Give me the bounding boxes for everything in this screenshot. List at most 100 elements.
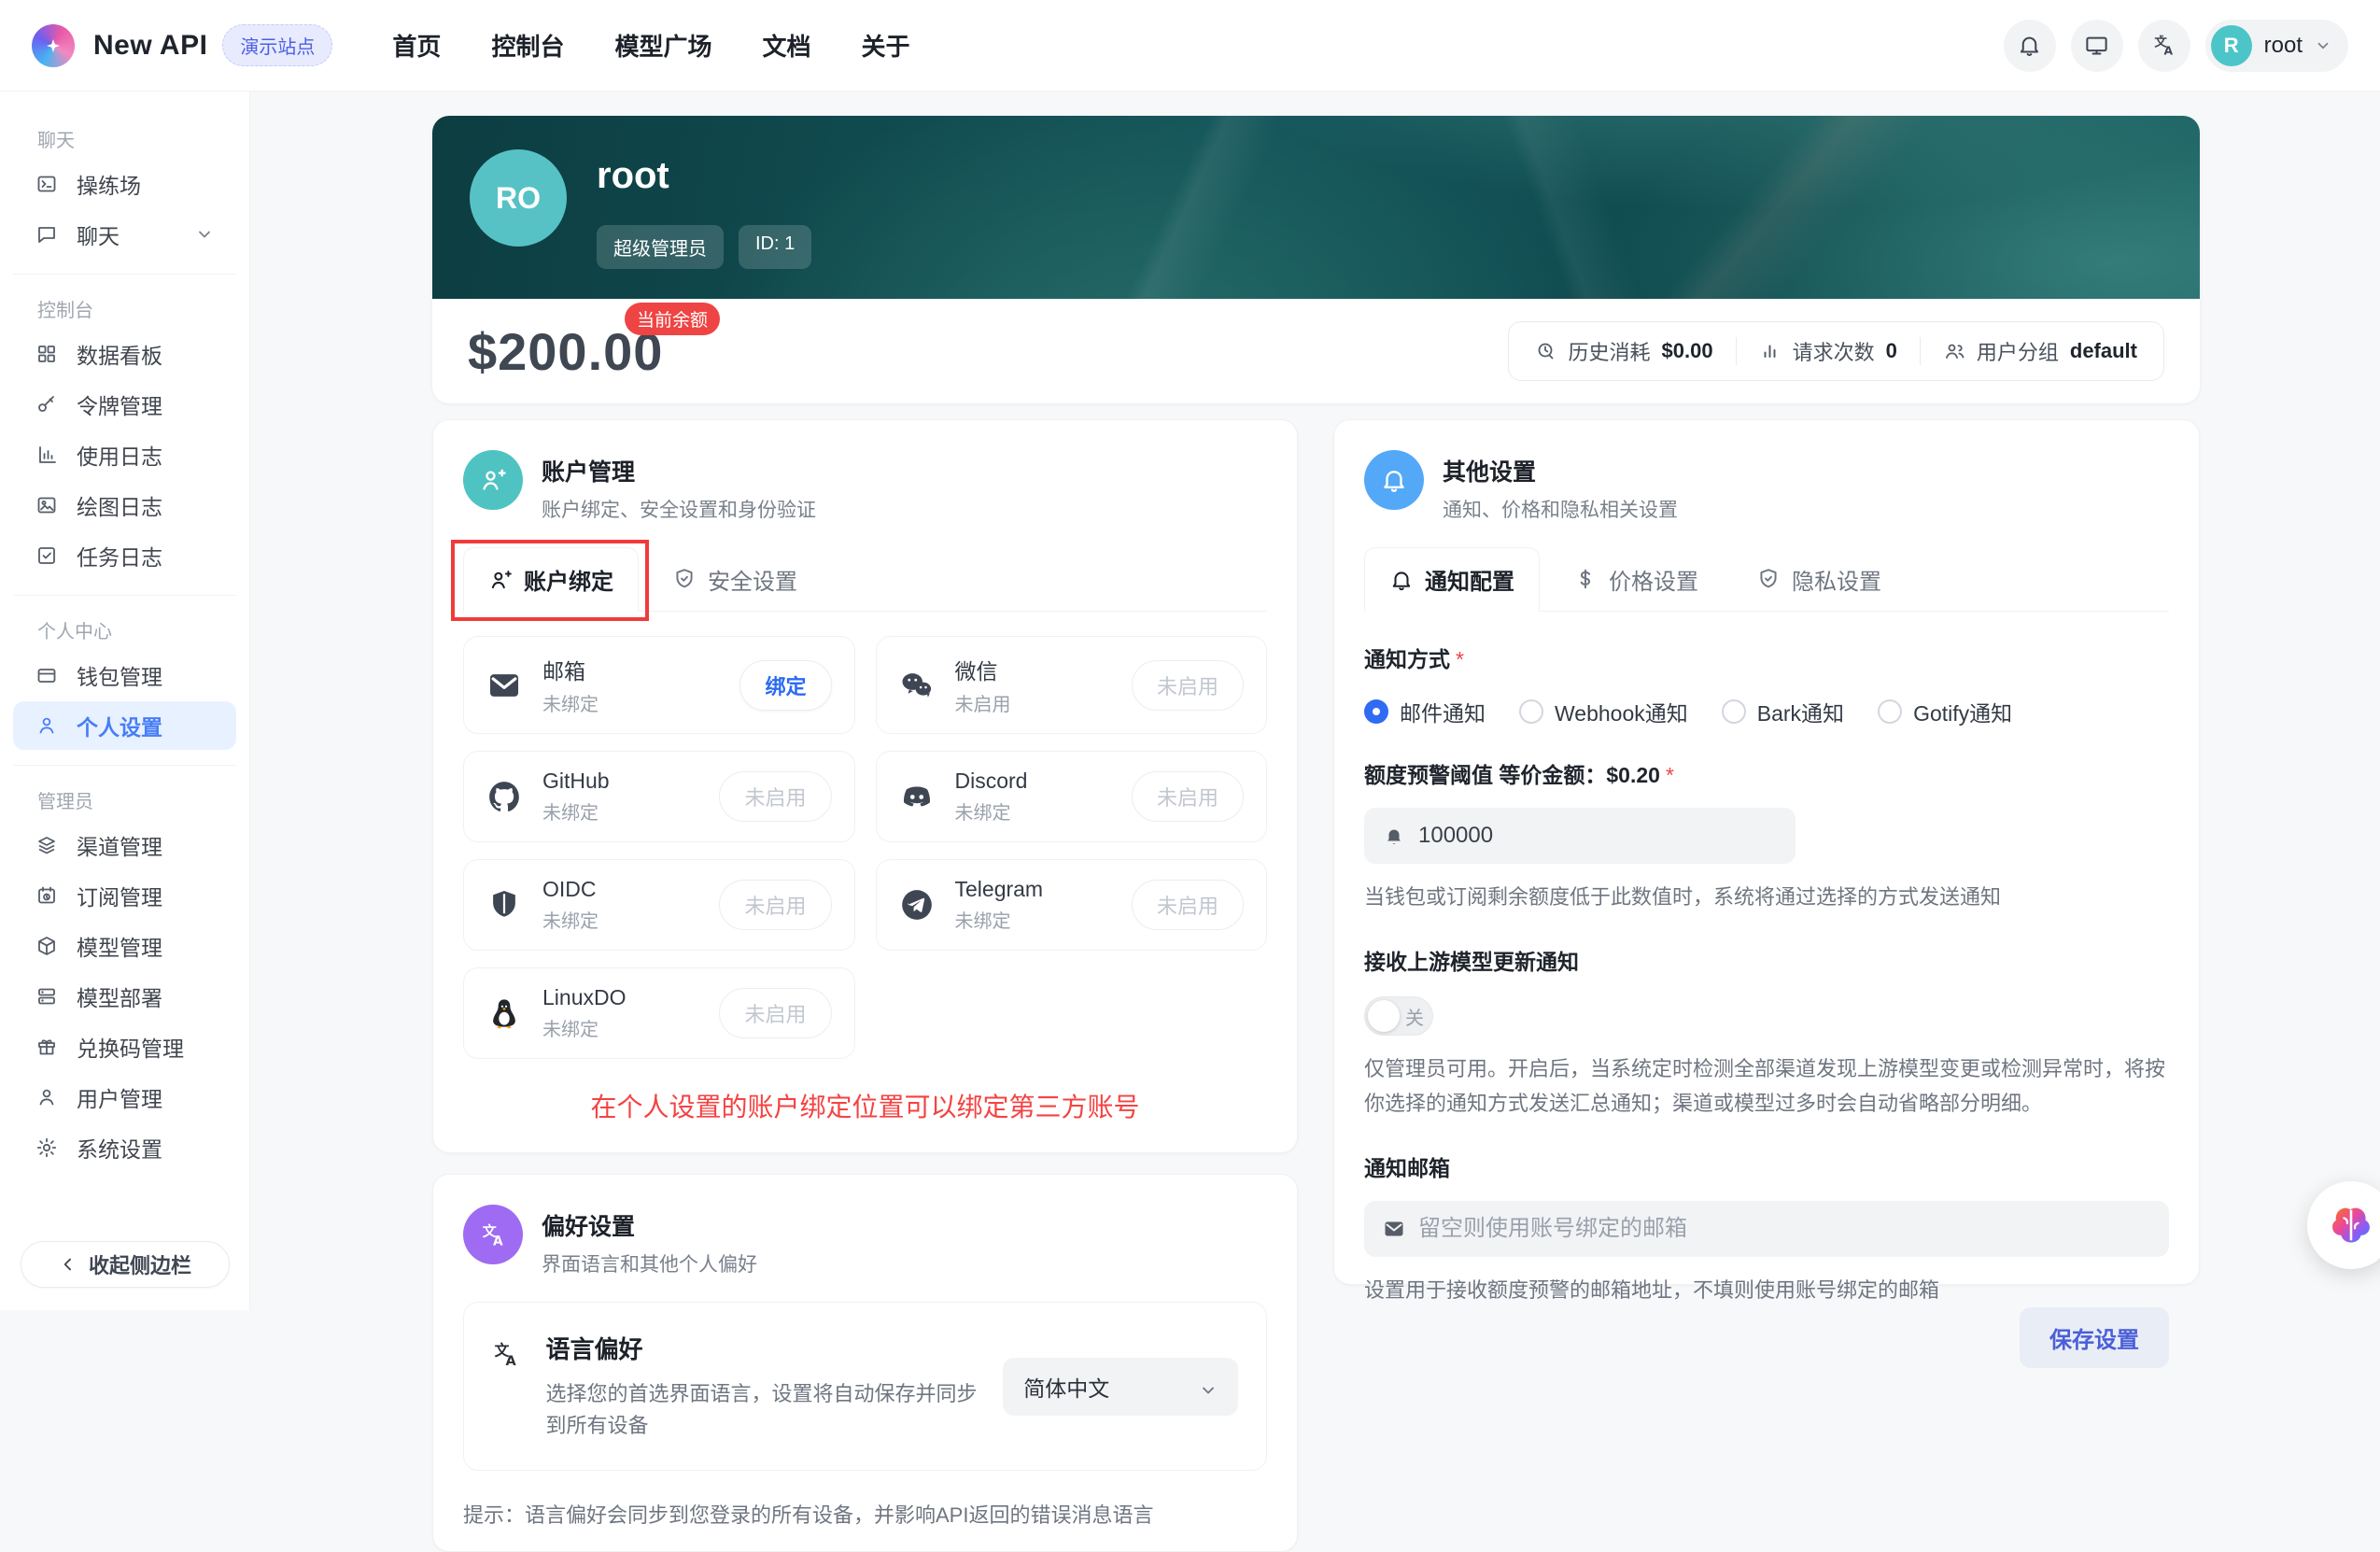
sidebar-item-dashboard[interactable]: 数据看板 (13, 330, 236, 378)
upstream-notify-toggle[interactable]: 关 (1364, 996, 1433, 1036)
sidebar-item-playground[interactable]: 操练场 (13, 160, 236, 208)
tab-privacy-settings[interactable]: 隐私设置 (1732, 547, 1906, 611)
main-content: RO root 超级管理员 ID: 1 $200.00 当前余额 历史消耗$0.… (432, 116, 2200, 1552)
collapse-sidebar-button[interactable]: 收起侧边栏 (21, 1241, 230, 1288)
svg-text:A: A (2164, 45, 2174, 58)
notify-method-label: 通知方式* (1364, 642, 2169, 673)
language-select[interactable]: 简体中文 (1003, 1358, 1238, 1416)
notify-email-help: 设置用于接收额度预警的邮箱地址，不填则使用账号绑定的邮箱 (1364, 1274, 2169, 1307)
language-pref-title: 语言偏好 (546, 1331, 979, 1365)
binding-row-linuxdo: LinuxDO未绑定 未启用 (463, 967, 855, 1059)
wechat-icon (899, 668, 935, 703)
threshold-input[interactable] (1418, 823, 1777, 849)
threshold-label: 额度预警阈值 等价金额：$0.20* (1364, 757, 2169, 789)
github-disabled-button[interactable]: 未启用 (719, 771, 831, 822)
sidebar-item-label: 模型部署 (77, 981, 162, 1012)
sidebar-item-personal-settings[interactable]: 个人设置 (13, 701, 236, 750)
sidebar-item-subscriptions[interactable]: 订阅管理 (13, 871, 236, 920)
radio-webhook-notify[interactable]: Webhook通知 (1519, 696, 1688, 727)
notify-email-input[interactable] (1418, 1216, 2150, 1242)
sidebar-item-image-logs[interactable]: 绘图日志 (13, 481, 236, 529)
sidebar-item-label: 任务日志 (77, 540, 162, 571)
tab-account-binding[interactable]: 账户绑定 (463, 547, 639, 612)
floating-assistant-button[interactable] (2307, 1181, 2380, 1269)
binding-row-oidc: OIDC未绑定 未启用 (463, 859, 855, 951)
notify-email-label: 通知邮箱 (1364, 1150, 2169, 1182)
sidebar-item-wallet[interactable]: 钱包管理 (13, 651, 236, 699)
sidebar-item-model-deploy[interactable]: 模型部署 (13, 972, 236, 1021)
sidebar-item-models[interactable]: 模型管理 (13, 922, 236, 970)
save-settings-button[interactable]: 保存设置 (2020, 1307, 2169, 1368)
history-icon (1535, 340, 1557, 362)
notify-email-input-box (1364, 1201, 2169, 1257)
tab-price-settings[interactable]: 价格设置 (1549, 547, 1723, 611)
language-pref-hint: 提示：语言偏好会同步到您登录的所有设备，并影响API返回的错误消息语言 (463, 1499, 1267, 1529)
key-icon (35, 393, 58, 416)
role-badge: 超级管理员 (597, 225, 724, 269)
sidebar-section-console: 控制台 (37, 295, 212, 322)
wechat-disabled-button[interactable]: 未启用 (1132, 660, 1244, 711)
nav-item-model-plaza[interactable]: 模型广场 (614, 28, 711, 63)
notifications-button[interactable] (2004, 20, 2056, 72)
tab-security-settings[interactable]: 安全设置 (648, 547, 822, 611)
bar-chart-icon (35, 444, 58, 466)
radio-gotify-notify[interactable]: Gotify通知 (1878, 696, 2012, 727)
upstream-notify-help: 仅管理员可用。开启后，当系统定时检测全部渠道发现上游模型变更或检测异常时，将按你… (1364, 1052, 2169, 1121)
nav-item-about[interactable]: 关于 (861, 28, 909, 63)
nav-item-home[interactable]: 首页 (392, 28, 441, 63)
binding-list: 邮箱未绑定 绑定 微信未启用 未启用 GitHub未绑定 未启用 (463, 636, 1267, 1059)
check-square-icon (35, 544, 58, 567)
oidc-disabled-button[interactable]: 未启用 (719, 880, 831, 930)
nav-item-docs[interactable]: 文档 (762, 28, 810, 63)
brain-icon (2327, 1201, 2375, 1249)
sidebar-item-system-settings[interactable]: 系统设置 (13, 1123, 236, 1172)
sidebar-item-label: 令牌管理 (77, 388, 162, 420)
mail-icon (1383, 1218, 1405, 1240)
stat-request-count: 请求次数0 (1759, 336, 1897, 366)
sidebar-item-task-logs[interactable]: 任务日志 (13, 531, 236, 580)
radio-bark-notify[interactable]: Bark通知 (1722, 696, 1844, 727)
user-plus-icon (479, 466, 507, 494)
sidebar-item-label: 个人设置 (77, 710, 162, 741)
sidebar-item-label: 数据看板 (77, 338, 162, 370)
profile-avatar: RO (470, 149, 567, 247)
shield-icon (486, 887, 522, 923)
language-button[interactable]: 文A (2138, 20, 2190, 72)
theme-button[interactable] (2071, 20, 2123, 72)
sidebar-item-tokens[interactable]: 令牌管理 (13, 380, 236, 429)
sidebar-item-usage-logs[interactable]: 使用日志 (13, 430, 236, 479)
radio-email-notify[interactable]: 邮件通知 (1364, 696, 1486, 727)
sidebar-item-label: 聊天 (77, 219, 120, 250)
profile-username: root (597, 155, 811, 197)
toggle-state-label: 关 (1405, 1003, 1424, 1030)
app-logo-icon[interactable] (32, 24, 75, 67)
sidebar-item-users[interactable]: 用户管理 (13, 1073, 236, 1122)
bind-email-button[interactable]: 绑定 (739, 660, 831, 711)
other-settings-card: 其他设置 通知、价格和隐私相关设置 通知配置 价格设置 隐 (1333, 419, 2200, 1285)
language-pref-desc: 选择您的首选界面语言，设置将自动保存并同步到所有设备 (546, 1378, 979, 1442)
binding-row-wechat: 微信未启用 未启用 (876, 636, 1268, 734)
preference-card-icon: 文A (463, 1205, 523, 1264)
nav-links: 首页 控制台 模型广场 文档 关于 (392, 28, 909, 63)
sidebar-item-chat[interactable]: 聊天 (13, 210, 236, 259)
radio-selected (1364, 699, 1388, 724)
linuxdo-disabled-button[interactable]: 未启用 (719, 988, 831, 1038)
sidebar-item-label: 钱包管理 (77, 659, 162, 691)
telegram-disabled-button[interactable]: 未启用 (1132, 880, 1244, 930)
account-stats: 历史消耗$0.00 请求次数0 用户分组default (1508, 321, 2164, 381)
user-name: root (2264, 33, 2303, 59)
tab-notification-config[interactable]: 通知配置 (1364, 547, 1540, 612)
user-menu[interactable]: R root (2205, 20, 2348, 72)
bell-icon (2017, 33, 2042, 58)
discord-disabled-button[interactable]: 未启用 (1132, 771, 1244, 822)
top-navbar: New API 演示站点 首页 控制台 模型广场 文档 关于 文A R root (0, 0, 2380, 92)
settings-tabs: 通知配置 价格设置 隐私设置 (1364, 547, 2169, 612)
sidebar-item-redeem-codes[interactable]: 兑换码管理 (13, 1023, 236, 1071)
nav-item-console[interactable]: 控制台 (491, 28, 564, 63)
bell-icon (1383, 825, 1405, 847)
sidebar-item-channels[interactable]: 渠道管理 (13, 821, 236, 869)
svg-text:A: A (505, 1354, 516, 1369)
toggle-knob (1368, 1000, 1400, 1032)
gear-icon (35, 1136, 58, 1159)
user-plus-icon (488, 568, 513, 592)
